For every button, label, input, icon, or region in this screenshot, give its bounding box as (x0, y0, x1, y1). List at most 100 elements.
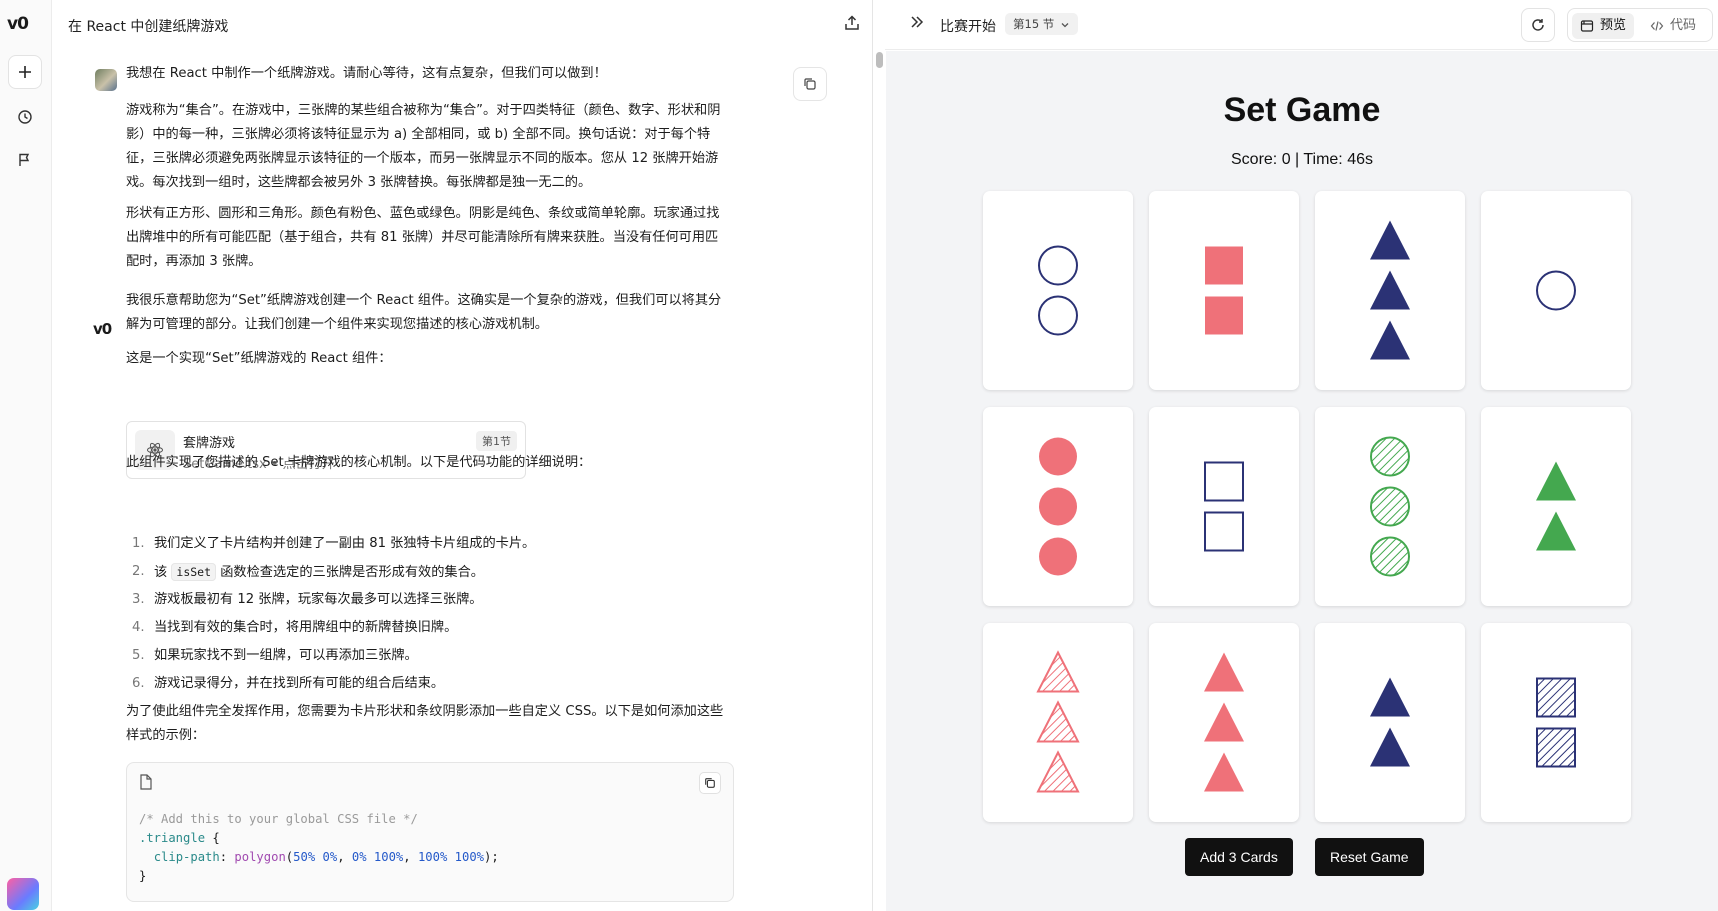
share-icon (845, 15, 859, 30)
set-card[interactable] (1149, 191, 1299, 390)
circle-symbol (1536, 270, 1576, 311)
list-item: 1. 我们定义了卡片结构并创建了一副由 81 张独特卡片组成的卡片。 (126, 530, 726, 558)
tab-code[interactable]: 代码 (1642, 13, 1704, 39)
card-symbols (1370, 436, 1410, 577)
circle-symbol (1039, 437, 1077, 476)
code-number: 50% (293, 850, 316, 864)
list-text: 如果玩家找不到一组牌，可以再添加三张牌。 (154, 648, 418, 663)
list-number: 6. (132, 676, 145, 691)
square-symbol (1204, 461, 1244, 502)
preview-canvas: Set Game Score: 0 | Time: 46s Add 3 Card… (886, 51, 1718, 911)
version-selector[interactable]: 第15 节 (1005, 13, 1078, 35)
new-chat-button[interactable] (8, 55, 42, 89)
version-label: 第15 节 (1013, 17, 1055, 31)
list-number: 5. (132, 648, 145, 663)
chat-thread: 我想在 React 中制作一个纸牌游戏。请耐心等待，这有点复杂，但我们可以做到！… (53, 50, 873, 911)
triangle-symbol (1536, 461, 1576, 501)
list-text: 我们定义了卡片结构并创建了一副由 81 张独特卡片组成的卡片。 (154, 536, 536, 551)
list-text: 函数检查选定的三张牌是否形成有效的集合。 (220, 565, 484, 580)
inline-code: isSet (171, 563, 217, 581)
code-icon (1650, 21, 1664, 31)
tab-code-label: 代码 (1670, 18, 1697, 33)
copy-icon (804, 78, 816, 90)
circle-symbol (1039, 487, 1077, 526)
triangle-symbol (1036, 650, 1080, 693)
copy-message-button[interactable] (793, 67, 827, 101)
set-card[interactable] (1315, 623, 1465, 822)
chat-scrollbar[interactable] (876, 52, 883, 68)
reset-game-button[interactable]: Reset Game (1315, 838, 1424, 876)
feature-list: 1. 我们定义了卡片结构并创建了一副由 81 张独特卡片组成的卡片。 2. 该 is… (126, 530, 726, 698)
v0-logo[interactable]: v0 (7, 14, 29, 34)
assistant-css-note: 为了使此组件完全发挥作用，您需要为卡片形状和条纹阴影添加一些自定义 CSS。以下… (126, 704, 724, 743)
list-item: 4. 当找到有效的集合时，将用牌组中的新牌替换旧牌。 (126, 614, 726, 642)
list-number: 3. (132, 592, 145, 607)
card-symbols (1204, 652, 1244, 792)
code-block: /* Add this to your global CSS file */ .… (126, 762, 734, 902)
triangle-symbol (1370, 727, 1410, 767)
set-card[interactable] (1149, 623, 1299, 822)
list-text: 该 (154, 565, 168, 580)
tab-preview[interactable]: 预览 (1572, 13, 1635, 39)
list-number: 4. (132, 620, 145, 635)
collapse-panel-button[interactable] (909, 14, 925, 34)
set-card[interactable] (983, 623, 1133, 822)
code-property: clip-path (153, 850, 220, 864)
square-symbol (1536, 727, 1576, 768)
circle-symbol (1038, 295, 1078, 336)
chat-header: 在 React 中创建纸牌游戏 (53, 0, 873, 50)
set-card[interactable] (1149, 407, 1299, 606)
panel-divider[interactable] (872, 0, 873, 911)
set-card[interactable] (1481, 407, 1631, 606)
set-card[interactable] (1315, 407, 1465, 606)
code-content: /* Add this to your global CSS file */ .… (139, 812, 499, 883)
artifact-name: 套牌游戏 (183, 436, 236, 451)
list-item: 5. 如果玩家找不到一组牌，可以再添加三张牌。 (126, 642, 726, 670)
code-number: 100% (417, 850, 448, 864)
user-message-intro: 我想在 React 中制作一个纸牌游戏。请耐心等待，这有点复杂，但我们可以做到！ (126, 66, 607, 81)
triangle-symbol (1204, 652, 1244, 692)
share-button[interactable] (843, 14, 865, 36)
add-cards-button[interactable]: Add 3 Cards (1185, 838, 1293, 876)
refresh-icon (1532, 19, 1544, 31)
preview-title: 比赛开始 (940, 19, 996, 35)
view-toggle: 预览 代码 (1567, 8, 1713, 42)
feedback-button[interactable] (8, 143, 42, 177)
refresh-button[interactable] (1521, 8, 1555, 42)
code-number: 0% (351, 850, 367, 864)
copy-code-button[interactable] (699, 772, 721, 794)
square-symbol (1536, 677, 1576, 718)
triangle-symbol (1370, 220, 1410, 260)
card-symbols (1370, 220, 1410, 360)
set-card[interactable] (1315, 191, 1465, 390)
user-avatar[interactable] (7, 878, 39, 910)
left-rail: v0 (0, 0, 52, 911)
card-symbols (1038, 245, 1078, 336)
square-symbol (1205, 246, 1243, 285)
user-message-features: 形状有正方形、圆形和三角形。颜色有粉色、蓝色或绿色。阴影是纯色、条纹或简单轮廓。… (126, 206, 720, 269)
triangle-symbol (1370, 677, 1410, 717)
set-card[interactable] (983, 191, 1133, 390)
window-icon (1580, 20, 1594, 32)
history-button[interactable] (8, 100, 42, 134)
set-card[interactable] (983, 407, 1133, 606)
circle-symbol (1039, 537, 1077, 576)
set-card[interactable] (1481, 191, 1631, 390)
triangle-symbol (1370, 320, 1410, 360)
triangle-symbol (1536, 511, 1576, 551)
artifact-version-badge: 第1节 (476, 431, 517, 451)
set-card[interactable] (1481, 623, 1631, 822)
code-brace: } (139, 869, 147, 883)
list-text: 当找到有效的集合时，将用牌组中的新牌替换旧牌。 (154, 620, 458, 635)
list-number: 2. (132, 564, 145, 579)
circle-symbol (1370, 536, 1410, 577)
code-number: 0% (322, 850, 338, 864)
preview-header: 比赛开始 第15 节 预览 代码 (885, 0, 1718, 50)
card-symbols (1536, 461, 1576, 551)
assistant-intro: 我很乐意帮助您为“Set”纸牌游戏创建一个 React 组件。这确实是一个复杂的… (126, 293, 722, 332)
assistant-avatar: v0 (93, 320, 112, 338)
code-number: 100% (373, 850, 404, 864)
circle-symbol (1038, 245, 1078, 286)
triangle-symbol (1204, 752, 1244, 792)
chat-title: 在 React 中创建纸牌游戏 (68, 19, 229, 35)
